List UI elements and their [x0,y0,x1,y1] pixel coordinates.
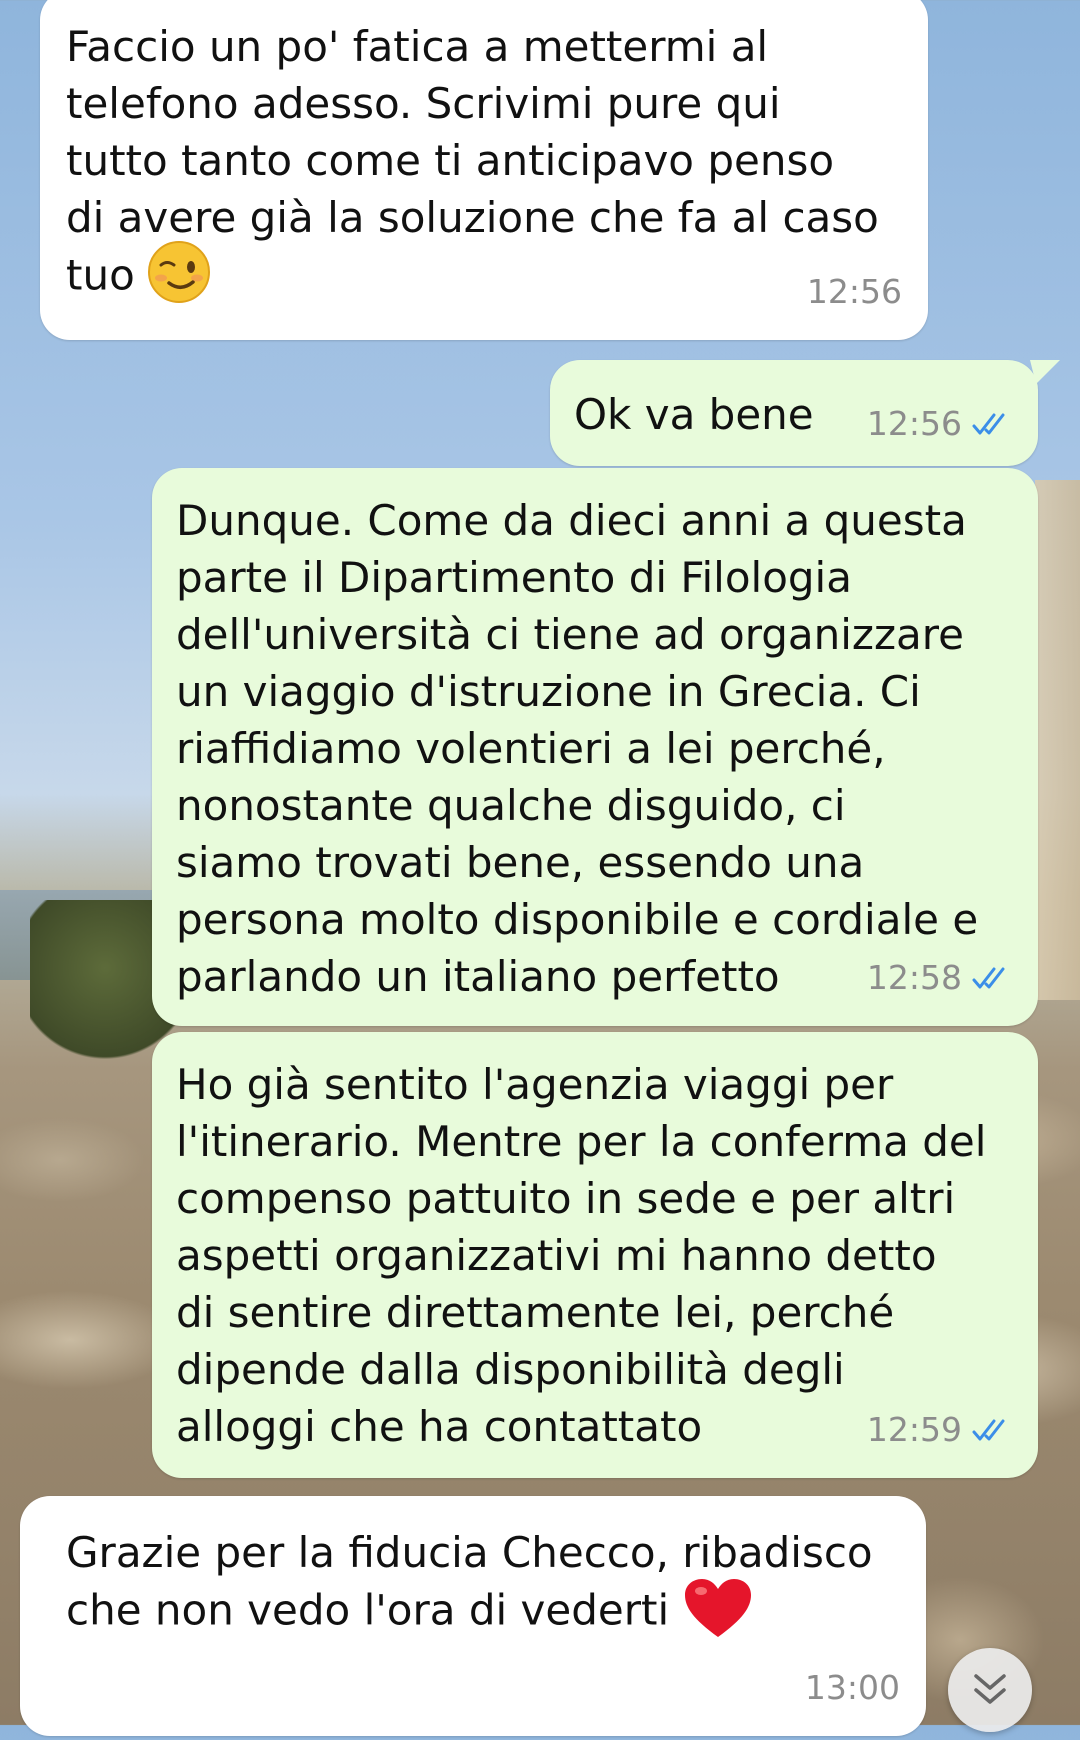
message-time: 12:56 [806,272,902,311]
message-meta: 13:00 [805,1659,900,1716]
double-check-read-icon [972,967,1005,988]
wink-emoji-icon [147,241,210,303]
message-bubble-outgoing[interactable]: Ok va bene 12:56 [550,360,1038,466]
message-bubble-incoming[interactable]: Grazie per la fiducia Checco, ribadisco … [20,1496,926,1736]
red-heart-emoji-icon [685,1579,752,1637]
bubble-tail [1030,360,1060,384]
message-time: 12:56 [866,404,962,443]
message-bubble-outgoing[interactable]: Ho già sentito l'agenzia viaggi per l'it… [152,1032,1038,1478]
message-meta: 12:56 [867,395,1012,452]
message-time: 12:59 [866,1410,962,1449]
message-time: 13:00 [804,1668,900,1707]
scroll-to-bottom-button[interactable] [948,1648,1032,1732]
background-column [1035,480,1080,1000]
message-bubble-incoming[interactable]: Faccio un po' fatica a mettermi al telef… [40,0,928,340]
message-meta: 12:58 [867,949,1012,1006]
message-meta: 12:59 [867,1401,1012,1458]
message-text: Dunque. Come da dieci anni a questa part… [176,496,979,1001]
message-text: Grazie per la fiducia Checco, ribadisco … [66,1524,902,1645]
double-check-read-icon [972,1419,1005,1440]
message-time: 12:58 [866,958,962,997]
double-chevron-down-icon [974,1674,1006,1704]
message-text: Ho già sentito l'agenzia viaggi per l'it… [176,1060,987,1451]
message-bubble-outgoing[interactable]: Dunque. Come da dieci anni a questa part… [152,468,1038,1026]
message-text: Faccio un po' fatica a mettermi al telef… [66,18,902,310]
message-meta: 12:56 [807,263,902,320]
double-check-read-icon [972,413,1005,434]
